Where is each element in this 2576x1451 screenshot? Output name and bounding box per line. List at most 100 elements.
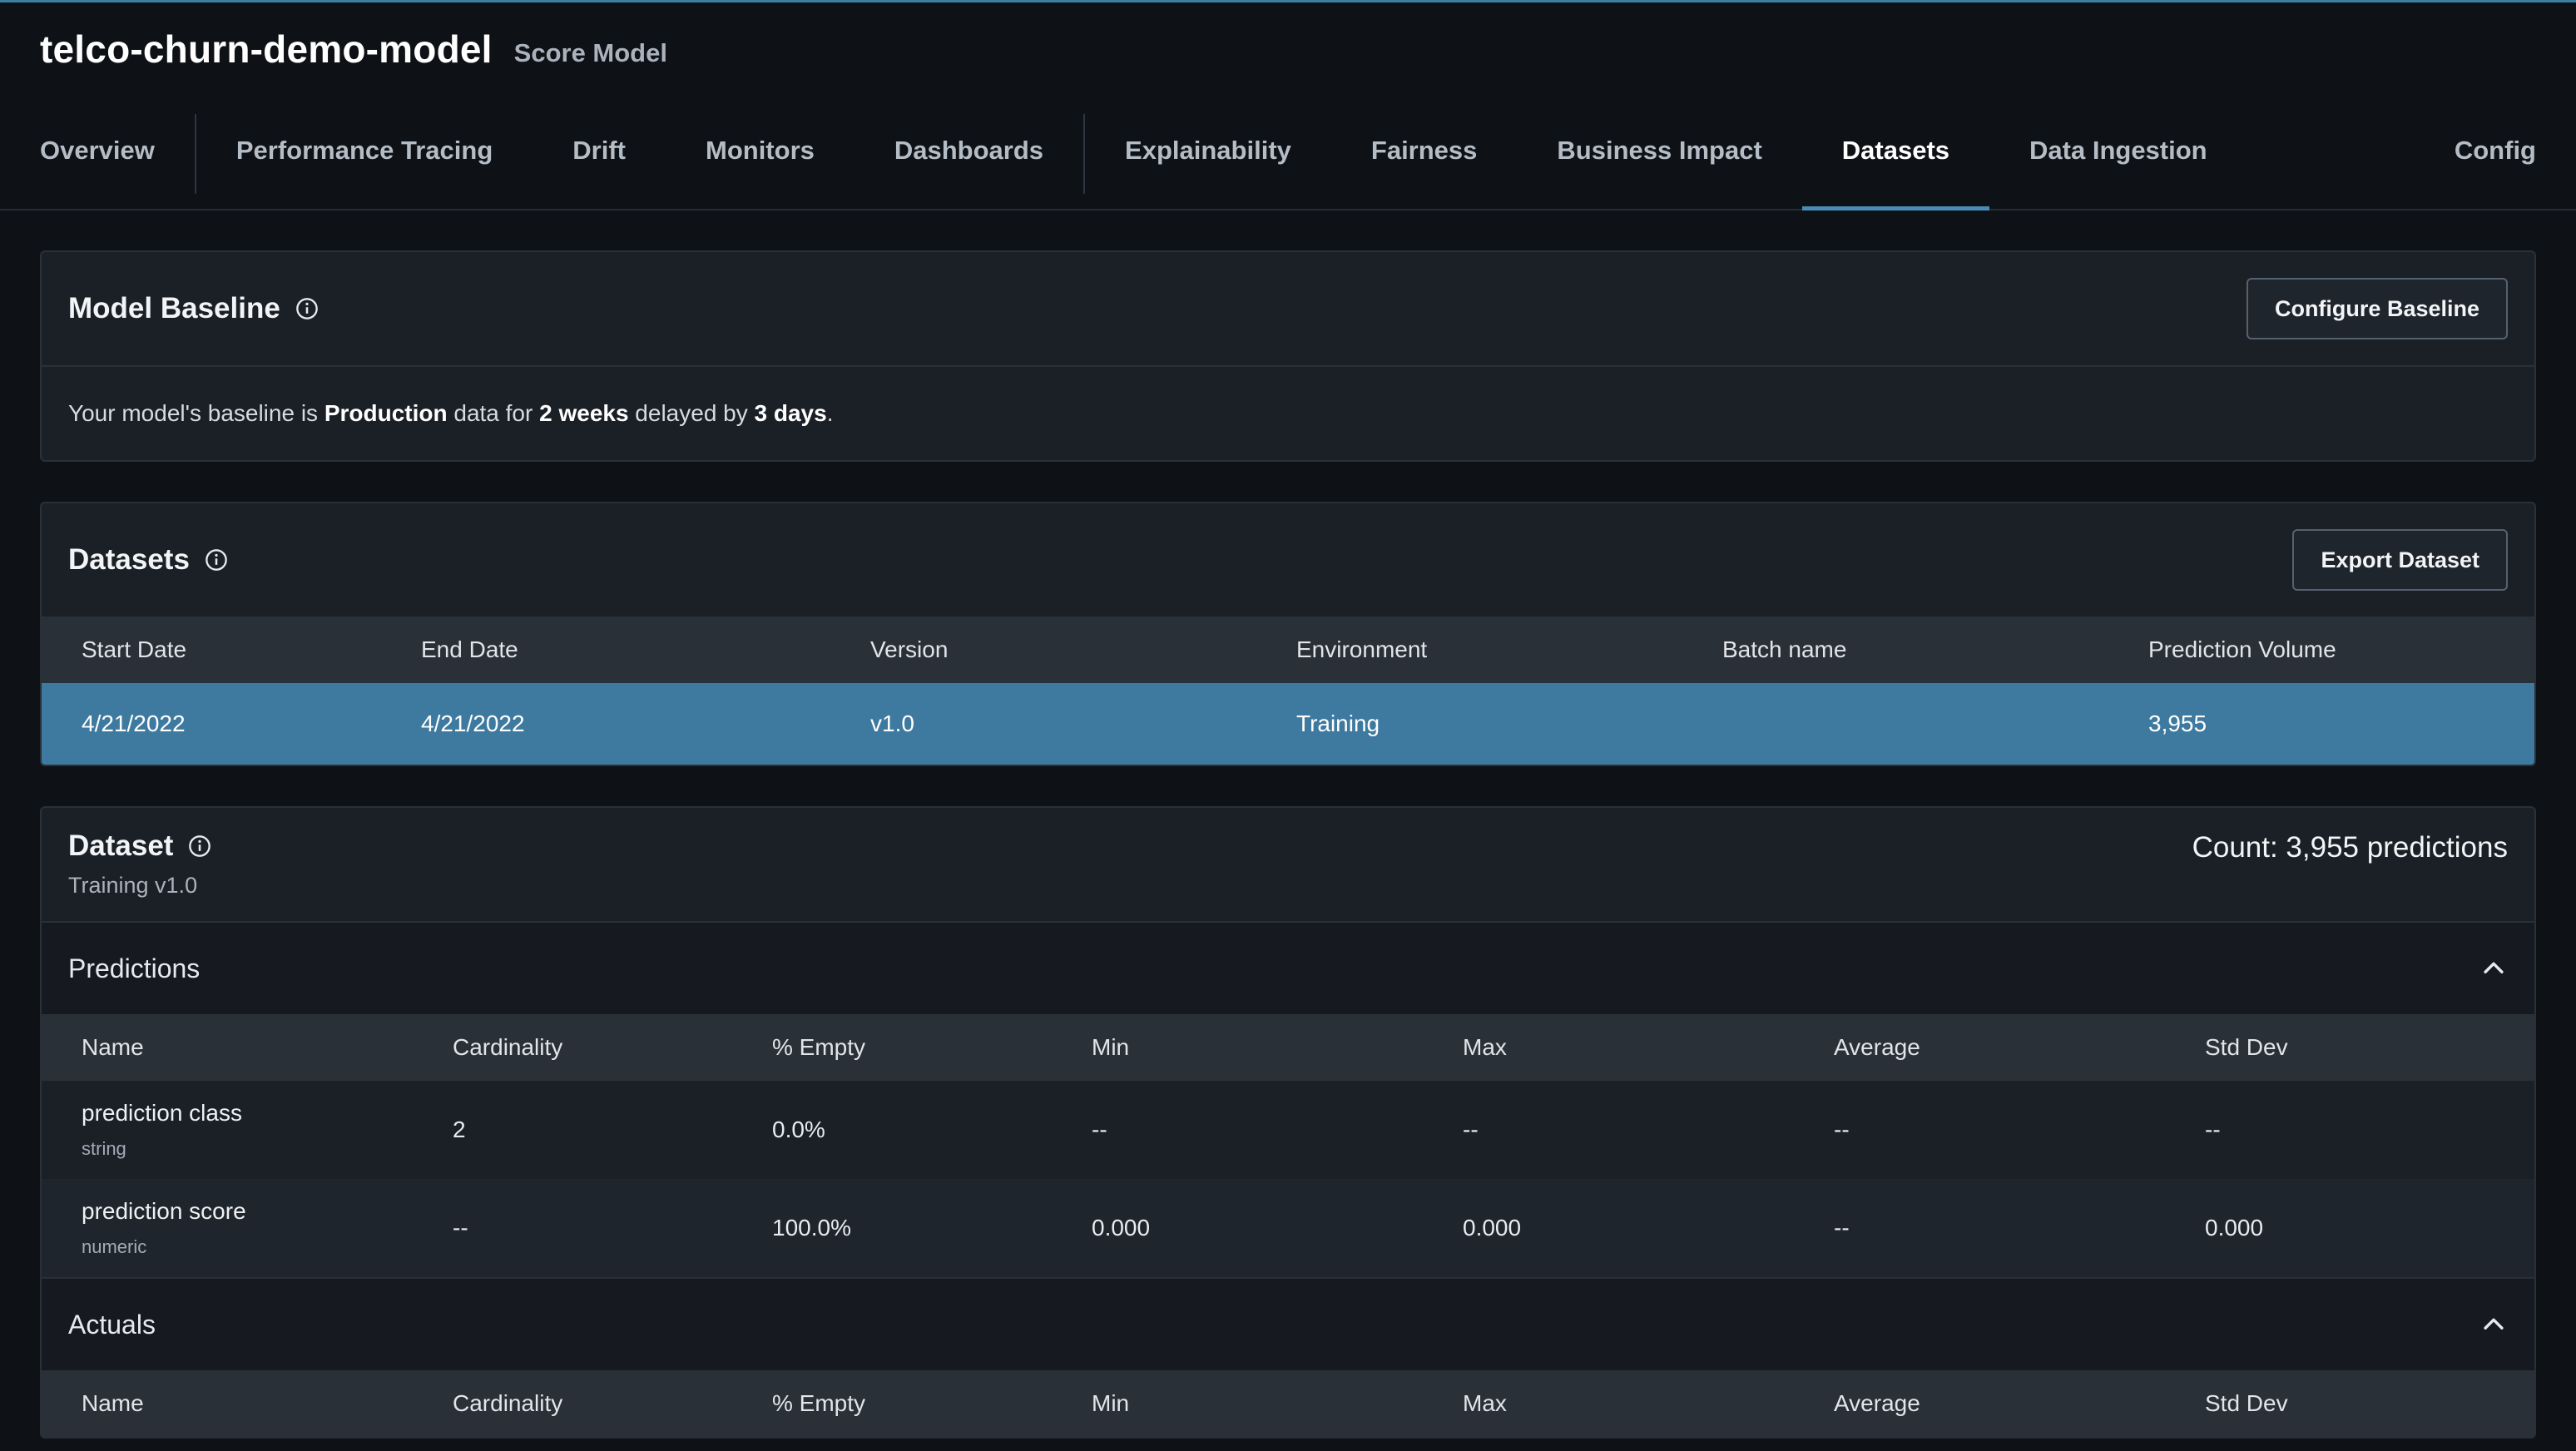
cell-end-date: 4/21/2022 (381, 683, 830, 765)
tab-explainability[interactable]: Explainability (1085, 92, 1331, 209)
predictions-section-header[interactable]: Predictions (42, 921, 2534, 1014)
cell-cardinality: -- (413, 1179, 732, 1277)
datasets-title: Datasets (68, 543, 190, 576)
chevron-up-icon[interactable] (2479, 1310, 2508, 1339)
datasets-table: Start Date End Date Version Environment … (42, 617, 2534, 765)
chevron-up-icon[interactable] (2479, 954, 2508, 983)
baseline-text-part: delayed by (628, 400, 755, 426)
tab-performance-tracing[interactable]: Performance Tracing (196, 92, 533, 209)
column-header[interactable]: Std Dev (2165, 1014, 2534, 1081)
model-baseline-title: Model Baseline (68, 292, 280, 324)
field-name: prediction class (82, 1100, 242, 1126)
predictions-table: Name Cardinality % Empty Min Max Average… (42, 1014, 2534, 1277)
tab-business-impact[interactable]: Business Impact (1517, 92, 1801, 209)
datasets-card: Datasets Export Dataset Start Date End D… (40, 502, 2536, 766)
tab-drift[interactable]: Drift (533, 92, 666, 209)
cell-min: -- (1052, 1081, 1423, 1179)
column-header[interactable]: End Date (381, 617, 830, 683)
cell-version: v1.0 (830, 683, 1256, 765)
app-window: telco-churn-demo-model Score Model Overv… (0, 0, 2576, 1451)
prediction-count: Count: 3,955 predictions (2192, 831, 2508, 864)
actuals-table: Name Cardinality % Empty Min Max Average… (42, 1370, 2534, 1437)
field-name: prediction score (82, 1198, 246, 1224)
cell-prediction-volume: 3,955 (2108, 683, 2534, 765)
tab-bar: Overview Performance Tracing Drift Monit… (0, 92, 2576, 210)
cell-std-dev: 0.000 (2165, 1179, 2534, 1277)
datasets-header: Datasets Export Dataset (42, 503, 2534, 617)
model-type: Score Model (513, 38, 667, 67)
cell-min: 0.000 (1052, 1179, 1423, 1277)
tab-overview[interactable]: Overview (0, 92, 195, 209)
model-baseline-title-group: Model Baseline (68, 292, 319, 325)
page-header: telco-churn-demo-model Score Model (0, 2, 2576, 92)
column-header[interactable]: Average (1794, 1014, 2165, 1081)
baseline-delay: 3 days (754, 400, 827, 426)
tab-fairness[interactable]: Fairness (1331, 92, 1518, 209)
table-row[interactable]: prediction score numeric -- 100.0% 0.000… (42, 1179, 2534, 1277)
cell-max: -- (1423, 1081, 1794, 1179)
cell-std-dev: -- (2165, 1081, 2534, 1179)
column-header[interactable]: Version (830, 617, 1256, 683)
dataset-subtitle: Training v1.0 (68, 873, 198, 898)
tab-config[interactable]: Config (2455, 92, 2536, 209)
datasets-title-group: Datasets (68, 543, 228, 577)
cell-average: -- (1794, 1081, 2165, 1179)
table-row[interactable]: 4/21/2022 4/21/2022 v1.0 Training 3,955 (42, 683, 2534, 765)
tab-data-ingestion[interactable]: Data Ingestion (1989, 92, 2247, 209)
baseline-text-part: . (826, 400, 834, 426)
tab-datasets[interactable]: Datasets (1801, 92, 1990, 210)
column-header[interactable]: Prediction Volume (2108, 617, 2534, 683)
column-header[interactable]: % Empty (732, 1370, 1052, 1437)
model-baseline-header: Model Baseline Configure Baseline (42, 252, 2534, 365)
info-icon[interactable] (188, 834, 211, 858)
tab-monitors[interactable]: Monitors (666, 92, 855, 209)
main-content: Model Baseline Configure Baseline Your m… (0, 210, 2576, 1439)
column-header[interactable]: Min (1052, 1014, 1423, 1081)
cell-name: prediction score numeric (42, 1179, 413, 1277)
table-header-row: Name Cardinality % Empty Min Max Average… (42, 1370, 2534, 1437)
column-header[interactable]: Max (1423, 1370, 1794, 1437)
model-baseline-card: Model Baseline Configure Baseline Your m… (40, 250, 2536, 462)
column-header[interactable]: Start Date (42, 617, 381, 683)
cell-batch-name (1682, 683, 2108, 765)
dataset-title: Dataset (68, 829, 174, 862)
model-title: telco-churn-demo-model (40, 27, 493, 71)
actuals-section-header[interactable]: Actuals (42, 1277, 2534, 1370)
column-header[interactable]: Batch name (1682, 617, 2108, 683)
column-header[interactable]: Std Dev (2165, 1370, 2534, 1437)
column-header[interactable]: Min (1052, 1370, 1423, 1437)
info-icon[interactable] (205, 548, 228, 572)
column-header[interactable]: Average (1794, 1370, 2165, 1437)
cell-empty: 0.0% (732, 1081, 1052, 1179)
column-header[interactable]: Max (1423, 1014, 1794, 1081)
cell-empty: 100.0% (732, 1179, 1052, 1277)
cell-name: prediction class string (42, 1081, 413, 1179)
baseline-text-part: Your model's baseline is (68, 400, 324, 426)
cell-max: 0.000 (1423, 1179, 1794, 1277)
column-header[interactable]: % Empty (732, 1014, 1052, 1081)
baseline-text-part: data for (447, 400, 540, 426)
baseline-window: 2 weeks (539, 400, 629, 426)
cell-cardinality: 2 (413, 1081, 732, 1179)
table-row[interactable]: prediction class string 2 0.0% -- -- -- … (42, 1081, 2534, 1179)
cell-environment: Training (1256, 683, 1682, 765)
column-header[interactable]: Name (42, 1014, 413, 1081)
configure-baseline-button[interactable]: Configure Baseline (2246, 278, 2508, 339)
column-header[interactable]: Cardinality (413, 1370, 732, 1437)
cell-start-date: 4/21/2022 (42, 683, 381, 765)
column-header[interactable]: Environment (1256, 617, 1682, 683)
column-header[interactable]: Cardinality (413, 1014, 732, 1081)
field-type: numeric (82, 1236, 147, 1257)
actuals-section-title: Actuals (68, 1309, 156, 1340)
dataset-detail-header: Dataset Training v1.0 Count: 3,955 predi… (42, 808, 2534, 921)
table-header-row: Name Cardinality % Empty Min Max Average… (42, 1014, 2534, 1081)
dataset-detail-card: Dataset Training v1.0 Count: 3,955 predi… (40, 806, 2536, 1439)
column-header[interactable]: Name (42, 1370, 413, 1437)
info-icon[interactable] (295, 297, 319, 320)
export-dataset-button[interactable]: Export Dataset (2292, 529, 2508, 591)
cell-average: -- (1794, 1179, 2165, 1277)
dataset-title-group: Dataset Training v1.0 (68, 829, 211, 903)
baseline-environment: Production (324, 400, 448, 426)
tab-dashboards[interactable]: Dashboards (855, 92, 1083, 209)
dataset-title-row: Dataset (68, 829, 211, 863)
